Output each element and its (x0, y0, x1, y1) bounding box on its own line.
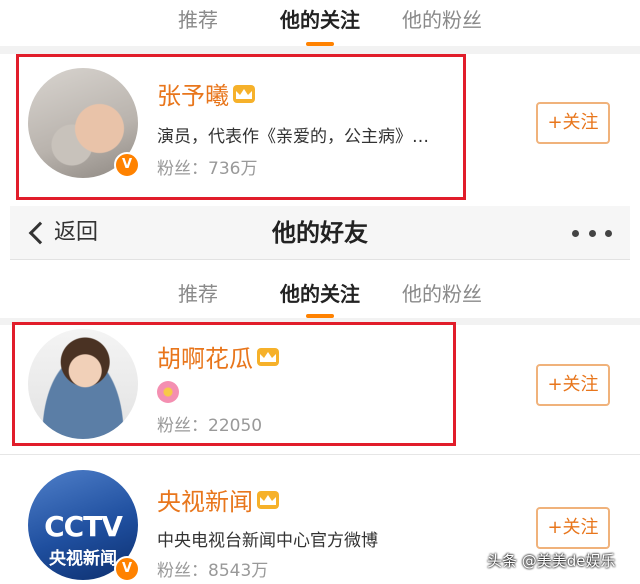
verified-badge-icon: V (114, 556, 140, 582)
user-description: 中央电视台新闻中心官方微博 (157, 531, 378, 551)
cctv-logo: CCTV (44, 510, 123, 543)
page-title: 他的好友 (272, 219, 368, 247)
more-icon[interactable] (572, 216, 612, 250)
tab-recommend[interactable]: 推荐 (137, 0, 259, 46)
tab-followers[interactable]: 他的粉丝 (381, 274, 503, 318)
follow-button[interactable]: +关注 (536, 102, 610, 144)
follow-button[interactable]: +关注 (536, 364, 610, 406)
tab-bar-top: 推荐 他的关注 他的粉丝 (0, 0, 640, 46)
fans-count: 粉丝：8543万 (157, 561, 269, 581)
tab-following[interactable]: 他的关注 (259, 274, 381, 318)
highlight-box (12, 322, 456, 446)
follow-button[interactable]: +关注 (536, 507, 610, 549)
watermark: 头条 @美美de娱乐 (487, 552, 616, 570)
tab-bar: 推荐 他的关注 他的粉丝 (0, 274, 640, 318)
nav-bar: 返回 他的好友 (10, 206, 630, 260)
tab-recommend[interactable]: 推荐 (137, 274, 259, 318)
highlight-box (16, 54, 466, 200)
tab-followers[interactable]: 他的粉丝 (381, 0, 503, 46)
crown-icon (257, 491, 279, 509)
user-name[interactable]: 央视新闻 (157, 482, 279, 517)
divider (0, 454, 640, 455)
tab-following[interactable]: 他的关注 (259, 0, 381, 46)
